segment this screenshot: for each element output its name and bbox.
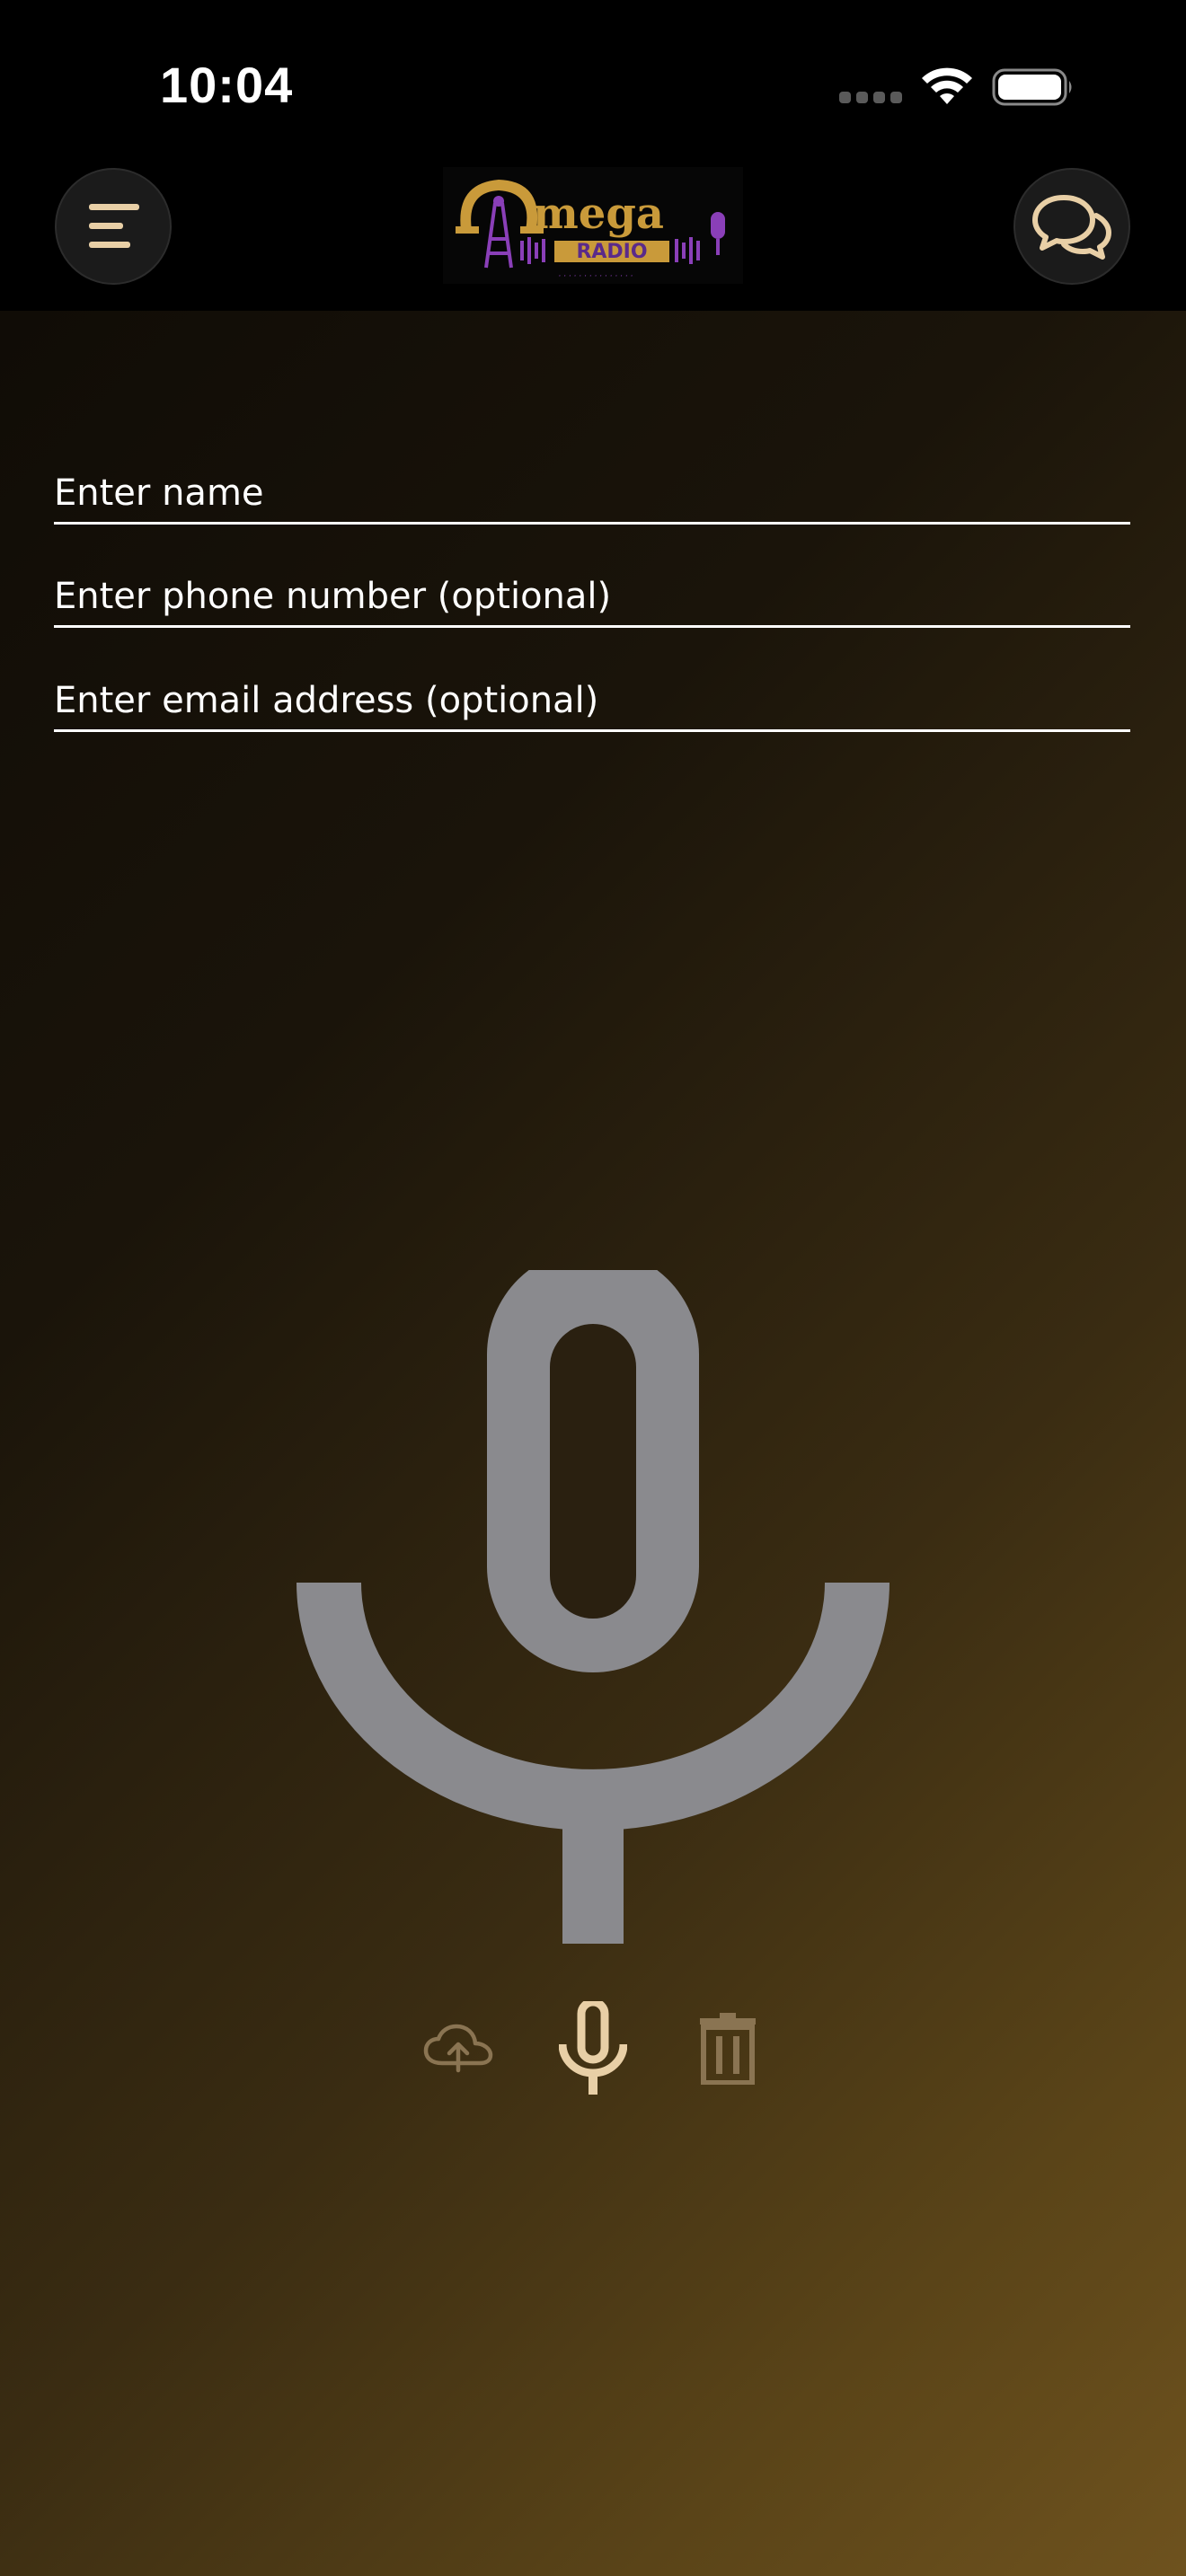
svg-text:mega: mega	[533, 189, 664, 239]
cloud-upload-icon	[423, 2024, 493, 2073]
record-button[interactable]	[544, 1999, 642, 2098]
cellular-signal-icon	[839, 92, 902, 106]
email-input[interactable]	[54, 676, 1130, 729]
menu-button[interactable]	[55, 168, 172, 285]
name-field[interactable]	[54, 469, 1130, 525]
chat-bubbles-icon	[1032, 195, 1111, 260]
microphone-icon	[296, 1270, 890, 1944]
delete-button[interactable]	[678, 1999, 777, 2098]
voice-message-screen: 10:04 mega RADIO · · · · · · · · · · · ·…	[0, 0, 1186, 2576]
hamburger-menu-icon	[89, 204, 139, 248]
chat-button[interactable]	[1013, 168, 1130, 285]
top-bar: 10:04 mega RADIO · · · · · · · · · · · ·…	[0, 0, 1186, 311]
svg-text:· · · · · · · · · · · · · · ·: · · · · · · · · · · · · · · ·	[559, 272, 633, 281]
phone-field[interactable]	[54, 572, 1130, 628]
svg-text:RADIO: RADIO	[576, 241, 647, 263]
email-field[interactable]	[54, 676, 1130, 732]
wifi-icon	[922, 67, 972, 104]
microphone-icon	[559, 2001, 627, 2095]
trash-icon	[700, 2013, 756, 2085]
status-time: 10:04	[160, 57, 294, 113]
phone-input[interactable]	[54, 572, 1130, 625]
upload-button[interactable]	[409, 1999, 508, 2098]
battery-icon	[992, 68, 1072, 106]
recorder-controls	[0, 1999, 1186, 2107]
name-input[interactable]	[54, 469, 1130, 522]
omega-radio-logo: mega RADIO · · · · · · · · · · · · · · ·	[443, 167, 743, 284]
